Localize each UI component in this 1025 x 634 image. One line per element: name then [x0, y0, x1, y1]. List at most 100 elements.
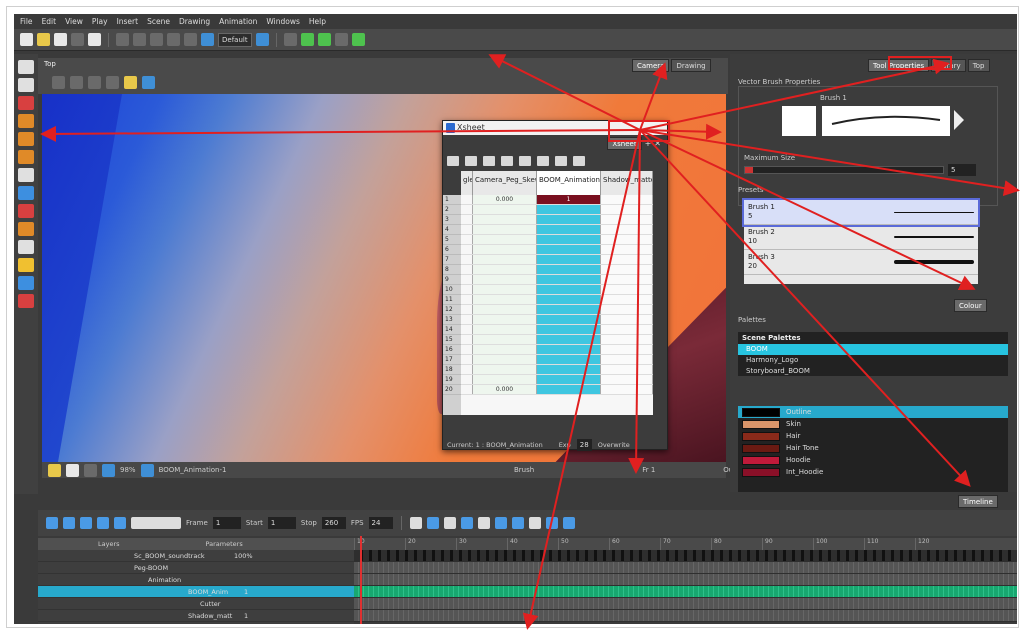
dropper-tool-icon[interactable] — [18, 222, 34, 236]
camera-icon[interactable] — [545, 517, 558, 529]
stamp-tool-icon[interactable] — [18, 132, 34, 146]
save-icon[interactable] — [54, 33, 67, 46]
xsheet-cell[interactable] — [473, 375, 537, 384]
render-icon[interactable] — [102, 463, 115, 477]
loop-icon[interactable] — [80, 517, 92, 529]
play-selection-icon[interactable] — [63, 517, 75, 529]
swatch-item[interactable]: Skin — [738, 418, 1008, 430]
exposure-field[interactable]: 28 — [576, 439, 592, 451]
xsheet-cell[interactable] — [601, 275, 653, 284]
cutter-tool-icon[interactable] — [18, 276, 34, 290]
ink-tool-icon[interactable] — [18, 294, 34, 308]
xsheet-cell[interactable] — [537, 325, 601, 334]
xsheet-cell[interactable]: 0.000 — [473, 385, 537, 394]
xsheet-cell[interactable] — [601, 265, 653, 274]
frame-row[interactable] — [354, 610, 1017, 622]
xsheet-cell[interactable] — [461, 345, 473, 354]
xsheet-cell[interactable] — [601, 325, 653, 334]
workspace-icon[interactable] — [201, 33, 214, 46]
xsheet-cell[interactable] — [537, 295, 601, 304]
light-icon[interactable] — [48, 463, 61, 477]
swatch-item[interactable]: Hoodie — [738, 454, 1008, 466]
xsheet-cell[interactable] — [461, 215, 473, 224]
motion-icon[interactable] — [300, 33, 314, 46]
xsheet-cell[interactable] — [473, 205, 537, 214]
palettes-header[interactable]: Palettes — [738, 316, 766, 324]
max-size-slider[interactable] — [744, 166, 944, 174]
xsheet-cell[interactable] — [537, 305, 601, 314]
layer-icon[interactable] — [106, 76, 119, 89]
copy-icon[interactable] — [167, 33, 180, 46]
image-icon[interactable] — [555, 156, 567, 166]
line-icon[interactable] — [70, 76, 83, 89]
xsheet-row[interactable] — [461, 295, 653, 305]
tab-top[interactable]: Top — [967, 58, 990, 72]
menu-help[interactable]: Help — [309, 17, 326, 26]
grid-icon[interactable] — [52, 76, 65, 89]
brush-dialog-arrow-icon[interactable] — [954, 110, 964, 130]
xsheet-cell[interactable] — [601, 235, 653, 244]
motion-key-icon[interactable] — [494, 517, 507, 529]
add-column-icon[interactable] — [465, 156, 477, 166]
add-layer-icon[interactable] — [426, 517, 439, 529]
play-icon[interactable] — [46, 517, 58, 529]
preset-item[interactable]: Brush 2 10 — [744, 225, 978, 250]
frame-row[interactable] — [354, 598, 1017, 610]
palette-item[interactable]: BOOM — [738, 344, 1008, 355]
zoom-timeline-icon[interactable] — [562, 517, 575, 529]
xsheet-row[interactable] — [461, 375, 653, 385]
xsheet-cell[interactable] — [601, 295, 653, 304]
xsheet-cell[interactable] — [473, 265, 537, 274]
layer-row[interactable]: Sc_BOOM_soundtrack 100% — [38, 550, 354, 562]
frame-row[interactable] — [354, 586, 1017, 598]
xsheet-row[interactable] — [461, 325, 653, 335]
menu-windows[interactable]: Windows — [266, 17, 299, 26]
xsheet-row[interactable] — [461, 345, 653, 355]
frame-slider-icon[interactable] — [131, 517, 181, 529]
palette-item[interactable]: Harmony_Logo — [738, 355, 1008, 366]
frame-row[interactable] — [354, 550, 1017, 562]
xsheet-cell[interactable] — [461, 265, 473, 274]
open-scene-icon[interactable] — [37, 33, 50, 46]
eraser-tool-icon[interactable] — [18, 150, 34, 164]
menu-edit[interactable]: Edit — [42, 17, 57, 26]
bone-icon[interactable] — [334, 33, 348, 46]
xsheet-cell[interactable] — [537, 345, 601, 354]
xsheet-cell[interactable] — [601, 305, 653, 314]
shape-tool-icon[interactable] — [18, 186, 34, 200]
xsheet-cell[interactable] — [473, 355, 537, 364]
swatch-item[interactable]: Hair — [738, 430, 1008, 442]
xsheet-cell[interactable] — [461, 245, 473, 254]
xsheet-cell[interactable]: 0.000 — [473, 195, 537, 204]
drawing-key-icon[interactable] — [511, 517, 524, 529]
swatch-item[interactable]: Int_Hoodie — [738, 466, 1008, 478]
xsheet-row[interactable] — [461, 255, 653, 265]
xsheet-cell[interactable] — [473, 365, 537, 374]
xsheet-cell[interactable] — [461, 275, 473, 284]
layer-row[interactable]: Cutter — [38, 598, 354, 610]
xsheet-cell[interactable] — [601, 345, 653, 354]
safe-area-icon[interactable] — [84, 463, 97, 477]
extend-exposure-icon[interactable] — [537, 156, 549, 166]
menu-file[interactable]: File — [20, 17, 33, 26]
paste-icon[interactable] — [184, 33, 197, 46]
xsheet-cell[interactable] — [601, 355, 653, 364]
xsheet-cell[interactable] — [537, 215, 601, 224]
xsheet-cell[interactable] — [461, 365, 473, 374]
xsheet-row[interactable]: 0.000 1 — [461, 195, 653, 205]
xsheet-row[interactable] — [461, 205, 653, 215]
stop-motion-key-icon[interactable] — [477, 517, 490, 529]
layer-row[interactable]: Peg-BOOM — [38, 562, 354, 574]
brush-tool-icon[interactable] — [18, 96, 34, 110]
ruler-icon[interactable] — [88, 76, 101, 89]
tab-timeline[interactable]: Timeline — [958, 494, 998, 508]
text-tool-icon[interactable] — [18, 168, 34, 182]
xsheet-cell[interactable] — [461, 335, 473, 344]
column-header[interactable]: BOOM_Animation — [537, 171, 601, 195]
preset-item[interactable]: Brush 15 — [742, 198, 980, 227]
xsheet-cell[interactable] — [601, 375, 653, 384]
menu-insert[interactable]: Insert — [117, 17, 139, 26]
tab-colour[interactable]: Colour — [954, 298, 987, 312]
xsheet-cell[interactable] — [601, 285, 653, 294]
xsheet-cell[interactable] — [601, 215, 653, 224]
